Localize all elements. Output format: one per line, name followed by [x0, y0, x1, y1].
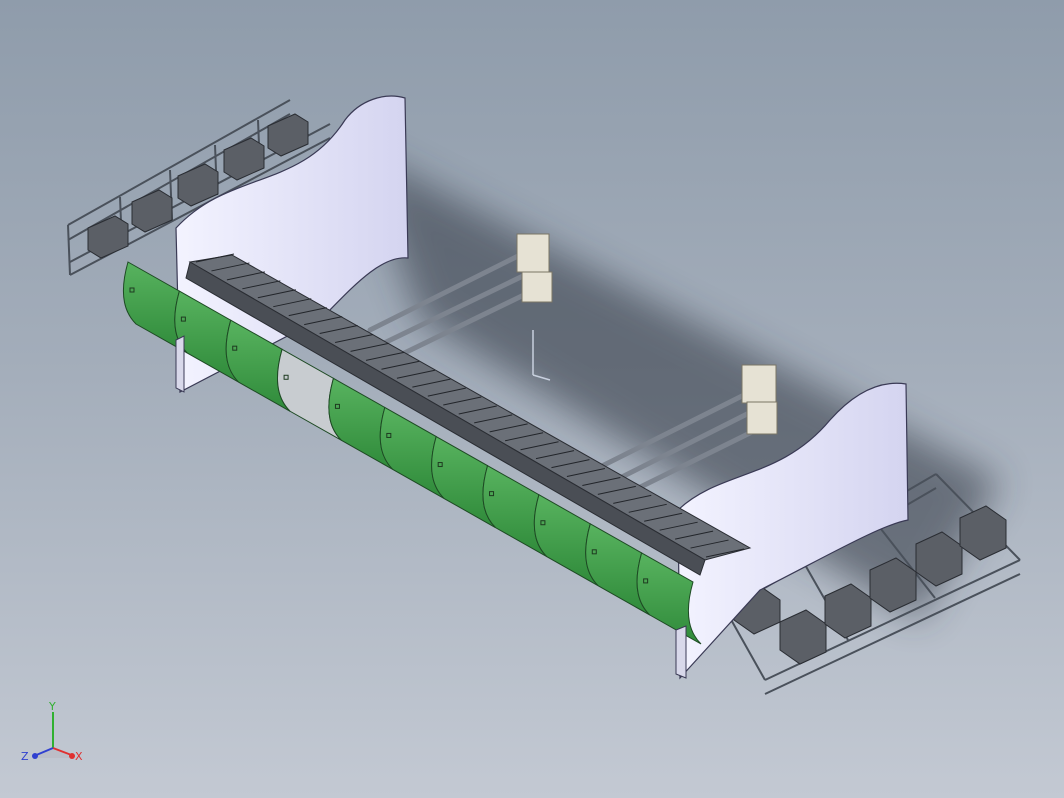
z-axis-label: Z: [21, 750, 29, 763]
x-axis-label: X: [75, 750, 83, 763]
z-axis-tip: [32, 753, 38, 759]
3d-viewport[interactable]: Y X Z: [0, 0, 1064, 798]
orientation-triad[interactable]: Y X Z: [18, 700, 88, 770]
cad-model-scene[interactable]: [0, 0, 1064, 798]
y-axis-label: Y: [48, 700, 56, 713]
